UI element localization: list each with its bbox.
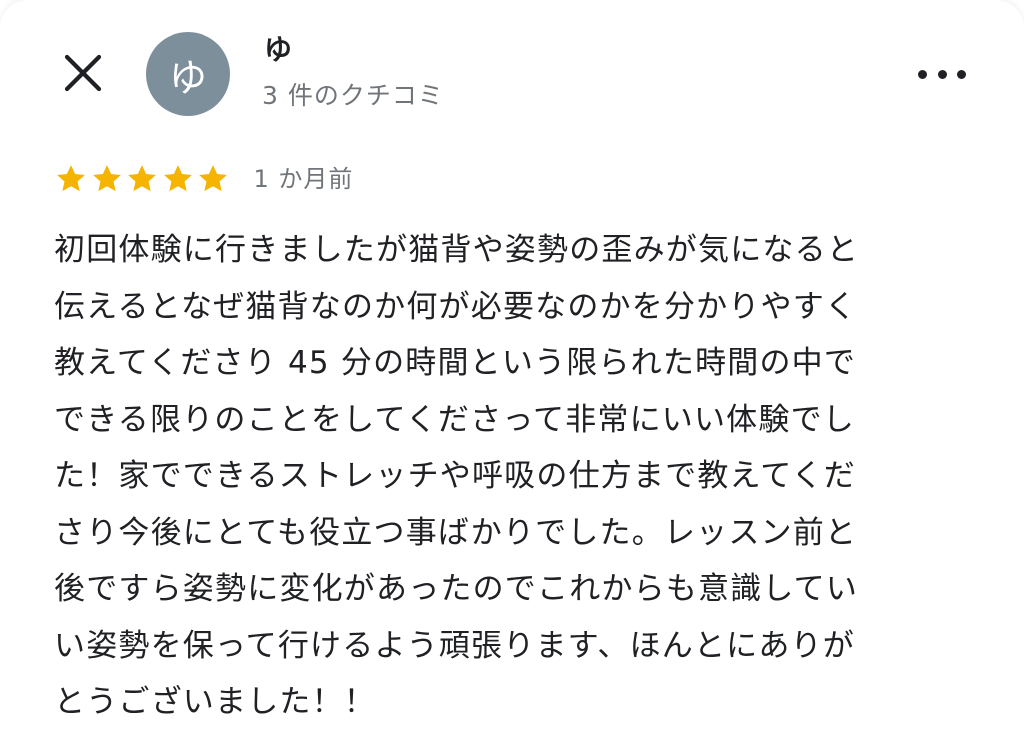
more-dot <box>957 69 966 79</box>
more-options-button[interactable] <box>918 60 966 88</box>
review-text-line: 後ですら姿勢に変化があったのでこれからも意識してい <box>54 571 859 607</box>
review-text-line: できる限りのことをしてくださって非常にいい体験でし <box>54 401 855 438</box>
review-text-line: とうございました！！ <box>54 684 376 720</box>
star-rating <box>54 162 232 196</box>
close-icon <box>64 54 102 92</box>
star-icon <box>196 162 230 196</box>
review-text-line: い姿勢を保って行けるよう頑張ります、ほんとにありが <box>54 627 855 664</box>
review-date: 1 か月前 <box>253 165 354 193</box>
star-icon <box>90 162 124 196</box>
star-icon <box>54 162 88 196</box>
review-text-line: 伝えるとなぜ猫背なのか何が必要なのかを分かりやすく <box>54 288 858 325</box>
review-count: 3 件のクチコミ <box>262 81 444 110</box>
close-button[interactable] <box>58 48 108 98</box>
review-text: 初回体験に行きましたが猫背や姿勢の歪みが気になると 伝えるとなぜ猫背なのか何が必要… <box>54 222 984 731</box>
review-text-line: 教えてくださり 45 分の時間という限られた時間の中で <box>54 345 857 381</box>
review-card: ゆ ゆ 3 件のクチコミ 1 か月前 初回体験に行きましたが猫背や姿勢の歪みが気… <box>0 0 1024 755</box>
review-text-line: さり今後にとても役立つ事ばかりでした。レッスン前と <box>54 514 858 551</box>
review-text-line: 初回体験に行きましたが猫背や姿勢の歪みが気になると <box>54 232 859 268</box>
more-dot <box>937 69 947 79</box>
review-text-line: た！家でできるストレッチや呼吸の仕方まで教えてくだ <box>54 458 856 494</box>
avatar-initial: ゆ <box>168 55 207 100</box>
star-icon <box>125 162 159 196</box>
rating-row: 1 か月前 <box>54 160 353 198</box>
avatar[interactable]: ゆ <box>146 32 230 116</box>
more-dot <box>918 69 927 79</box>
star-icon <box>161 162 195 196</box>
reviewer-name[interactable]: ゆ <box>264 32 292 68</box>
